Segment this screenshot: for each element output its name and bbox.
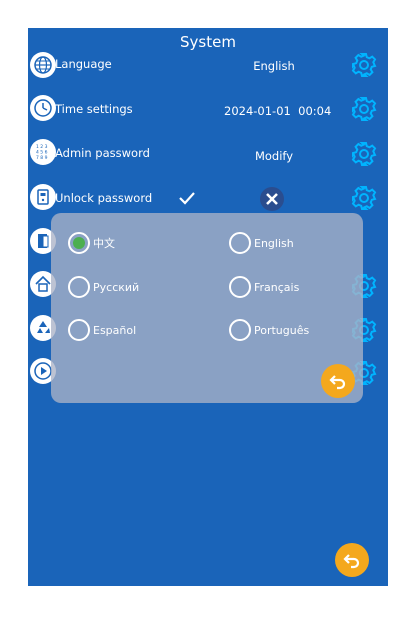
language-option-french[interactable]: Français [229,276,299,298]
language-option-portuguese[interactable]: Português [229,319,309,341]
radio[interactable] [68,319,90,341]
dialog-back-button[interactable] [321,364,355,398]
back-button[interactable] [335,543,369,577]
system-screen: System Language English Time settings 20… [28,28,388,586]
language-option-english[interactable]: English [229,232,294,254]
radio[interactable] [68,276,90,298]
check-icon[interactable] [177,189,197,207]
radio[interactable] [229,276,251,298]
close-icon[interactable] [260,187,284,211]
radio[interactable] [229,319,251,341]
undo-icon [329,375,346,390]
option-label: English [254,236,294,250]
radio-selected[interactable] [68,232,90,254]
row-label-language: Language [55,57,112,71]
radio[interactable] [229,232,251,254]
option-label: 中文 [93,237,115,250]
page-title: System [180,33,236,51]
row-label-unlock: Unlock password [55,191,153,205]
time-value[interactable]: 2024-01-01 00:04 [224,104,331,118]
admin-password-value[interactable]: Modify [224,149,324,163]
row-label-time: Time settings [55,102,133,116]
option-label: Русский [93,280,140,294]
option-label: Français [254,280,300,294]
svg-text:7 8 9: 7 8 9 [36,155,48,161]
admin-gear-icon[interactable] [350,140,378,168]
svg-text:1 2 3: 1 2 3 [36,144,48,150]
language-option-chinese[interactable]: 中文 [68,232,115,254]
language-gear-icon[interactable] [350,51,378,79]
undo-icon [343,554,360,569]
time-gear-icon[interactable] [350,95,378,123]
language-dialog: 中文 English Русский Français Español Port… [51,213,363,403]
keypad-icon: 1 2 34 5 67 8 9 [30,139,56,165]
language-value[interactable]: English [224,59,324,73]
language-option-russian[interactable]: Русский [68,276,139,298]
language-option-spanish[interactable]: Español [68,319,136,341]
option-label: Español [93,323,137,337]
clock-icon [30,95,56,121]
globe-icon [30,52,56,78]
svg-text:4 5 6: 4 5 6 [36,150,48,156]
row-label-admin: Admin password [55,146,150,160]
unlock-gear-icon[interactable] [350,184,378,212]
door-lock-icon [30,184,56,210]
option-label: Português [254,323,310,337]
